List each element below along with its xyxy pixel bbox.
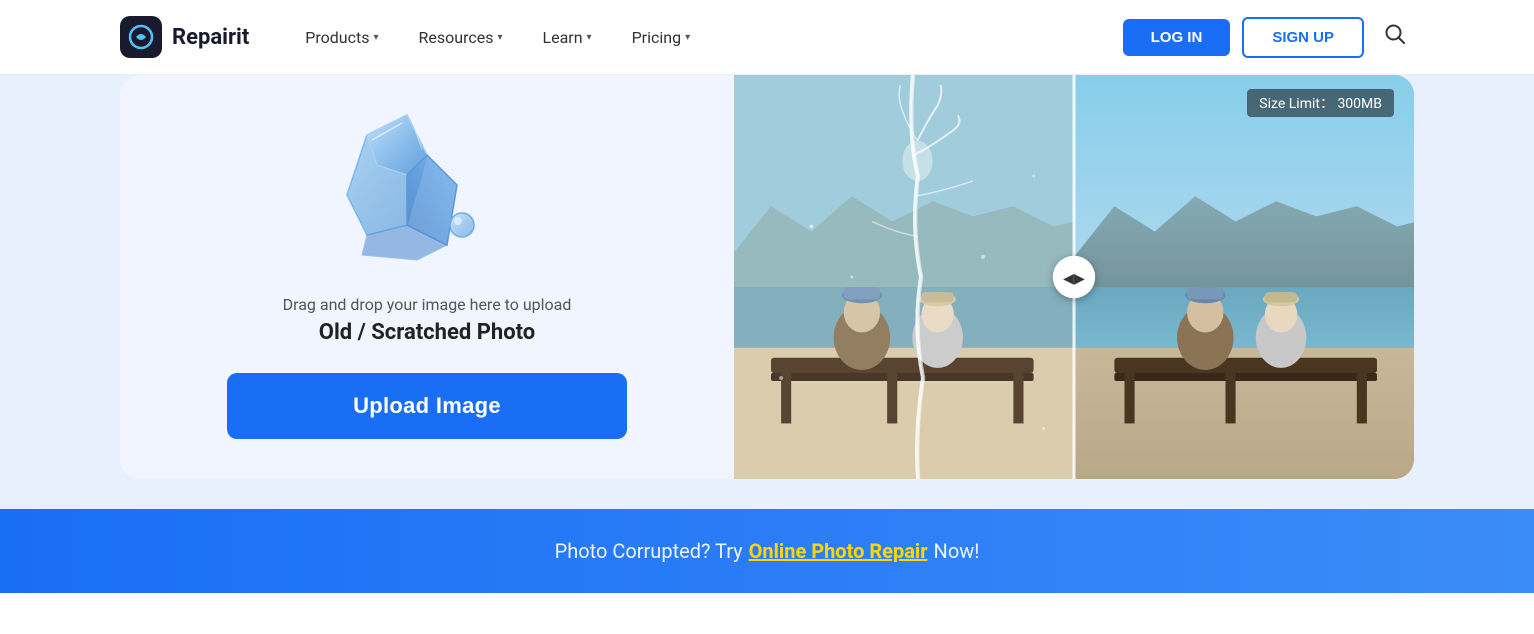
upload-image-button[interactable]: Upload Image <box>227 373 627 439</box>
banner-text-start: Photo Corrupted? Try <box>555 539 743 563</box>
before-after-image: ◀▶ <box>734 75 1414 479</box>
size-limit-value: 300MB <box>1337 96 1382 112</box>
logo[interactable]: Repairit <box>120 16 249 58</box>
size-limit-badge: Size Limit： 300MB <box>1247 89 1394 117</box>
login-button[interactable]: LOG IN <box>1123 19 1231 56</box>
nav-actions: LOG IN SIGN UP <box>1123 17 1414 58</box>
nav-item-products[interactable]: Products ▾ <box>289 20 394 55</box>
photo-type-text: Old / Scratched Photo <box>319 320 535 345</box>
signup-button[interactable]: SIGN UP <box>1242 17 1364 58</box>
nav-item-learn[interactable]: Learn ▾ <box>526 20 607 55</box>
nav-label-products: Products <box>305 28 369 47</box>
navbar: Repairit Products ▾ Resources ▾ Learn ▾ … <box>0 0 1534 75</box>
search-button[interactable] <box>1376 19 1414 55</box>
logo-text: Repairit <box>172 25 249 50</box>
svg-text:◀▶: ◀▶ <box>1063 270 1085 286</box>
banner-text: Photo Corrupted? Try Online Photo Repair… <box>555 539 980 563</box>
nav-label-resources: Resources <box>419 28 494 47</box>
content-card: Drag and drop your image here to upload … <box>120 75 1414 479</box>
bottom-banner: Photo Corrupted? Try Online Photo Repair… <box>0 509 1534 593</box>
illustration-area <box>307 105 547 275</box>
nav-label-learn: Learn <box>542 28 582 47</box>
search-icon <box>1384 23 1406 45</box>
nav-label-pricing: Pricing <box>632 28 682 47</box>
logo-icon <box>120 16 162 58</box>
nav-item-resources[interactable]: Resources ▾ <box>403 20 519 55</box>
nav-menu: Products ▾ Resources ▾ Learn ▾ Pricing ▾ <box>289 20 1122 55</box>
chevron-down-icon: ▾ <box>685 32 690 43</box>
online-repair-link[interactable]: Online Photo Repair <box>749 539 928 563</box>
nav-item-pricing[interactable]: Pricing ▾ <box>616 20 707 55</box>
drag-drop-text: Drag and drop your image here to upload <box>283 295 572 314</box>
chevron-down-icon: ▾ <box>373 32 378 43</box>
crystal-illustration <box>307 105 527 265</box>
preview-panel: ◀▶ Size Limit： 300MB <box>734 75 1414 479</box>
main-wrapper: Drag and drop your image here to upload … <box>0 75 1534 509</box>
upload-panel: Drag and drop your image here to upload … <box>120 75 734 479</box>
banner-text-end: Now! <box>934 539 980 563</box>
size-limit-label: Size Limit： <box>1259 96 1334 112</box>
chevron-down-icon: ▾ <box>587 32 592 43</box>
chevron-down-icon: ▾ <box>497 32 502 43</box>
